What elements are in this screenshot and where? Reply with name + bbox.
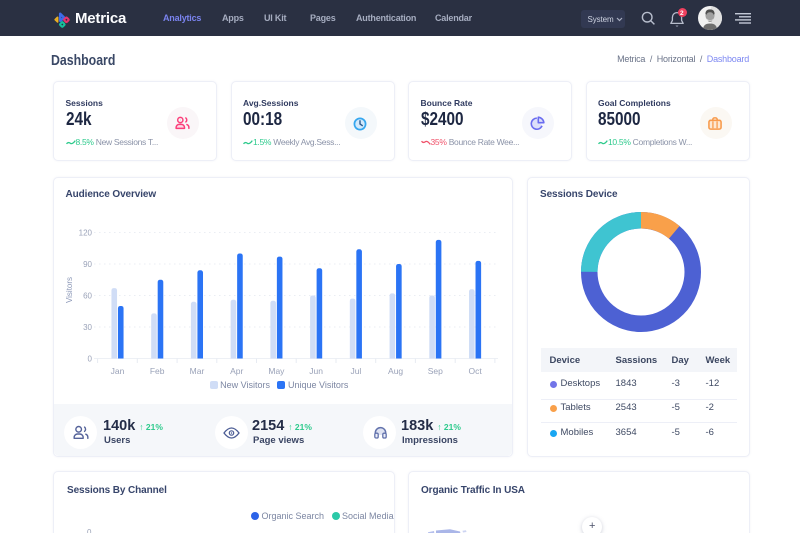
svg-text:Mar: Mar <box>190 366 205 376</box>
svg-text:Jun: Jun <box>309 366 323 376</box>
svg-text:120: 120 <box>79 228 93 237</box>
svg-text:May: May <box>268 366 285 376</box>
svg-text:Apr: Apr <box>230 366 243 376</box>
svg-text:Jan: Jan <box>111 366 125 376</box>
svg-text:Jul: Jul <box>350 366 361 376</box>
svg-text:60: 60 <box>83 291 92 300</box>
svg-text:Visitors: Visitors <box>65 277 74 303</box>
svg-text:Oct: Oct <box>468 366 482 376</box>
svg-text:90: 90 <box>83 260 92 269</box>
svg-text:Sep: Sep <box>428 366 443 376</box>
svg-text:0: 0 <box>88 354 93 363</box>
svg-text:Feb: Feb <box>150 366 165 376</box>
svg-text:30: 30 <box>83 323 92 332</box>
svg-text:Aug: Aug <box>388 366 403 376</box>
